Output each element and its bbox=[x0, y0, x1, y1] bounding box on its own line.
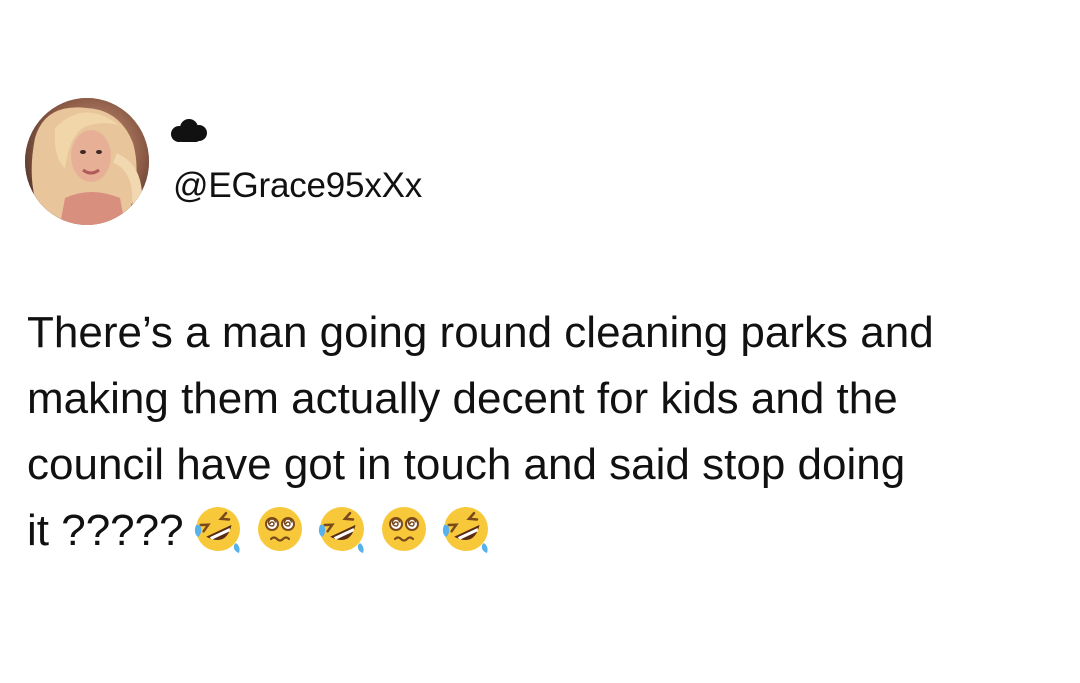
face-with-spiral-eyes-emoji bbox=[254, 503, 306, 555]
rolling-on-the-floor-laughing-emoji bbox=[316, 503, 368, 555]
tweet-text-line: making them actually decent for kids and… bbox=[27, 374, 898, 423]
tweet-text-line: it ????? bbox=[27, 506, 184, 555]
tweet-text-last-line: it ????? bbox=[27, 498, 1047, 564]
avatar[interactable] bbox=[25, 98, 149, 225]
tweet-text-line: There’s a man going round cleaning parks… bbox=[27, 308, 934, 357]
face-with-spiral-eyes-emoji bbox=[378, 503, 430, 555]
user-handle[interactable]: @EGrace95xXx bbox=[173, 164, 422, 208]
rolling-on-the-floor-laughing-emoji bbox=[192, 503, 244, 555]
tweet-card: @EGrace95xXx There’s a man going round c… bbox=[0, 0, 1080, 683]
tweet-text-line: council have got in touch and said stop … bbox=[27, 440, 906, 489]
profile-photo bbox=[25, 98, 149, 225]
emoji-row bbox=[192, 503, 492, 555]
tweet-text: There’s a man going round cleaning parks… bbox=[27, 300, 1047, 564]
black-cloud-icon bbox=[168, 118, 210, 144]
rolling-on-the-floor-laughing-emoji bbox=[440, 503, 492, 555]
